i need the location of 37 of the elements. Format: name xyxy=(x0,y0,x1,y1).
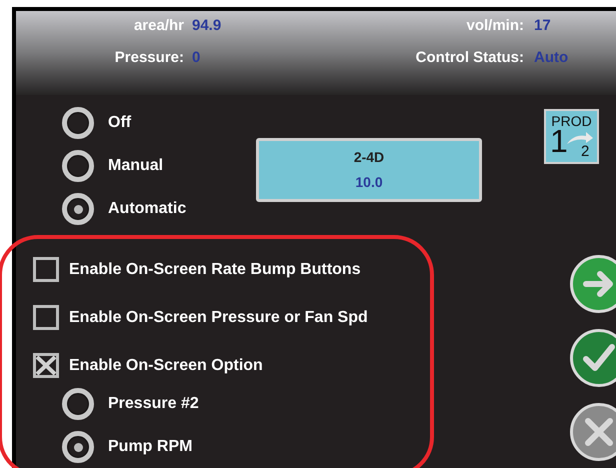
product-display[interactable]: 2-4D 10.0 xyxy=(256,138,482,202)
option-label: Enable On-Screen Pressure or Fan Spd xyxy=(69,308,368,328)
radio-button[interactable] xyxy=(62,388,94,420)
prod-to-number: 2 xyxy=(581,144,590,160)
option-label: Manual xyxy=(108,156,164,176)
stat-label: Pressure: xyxy=(114,48,184,68)
accept-button[interactable] xyxy=(570,329,616,387)
stat-value: Auto xyxy=(534,48,568,68)
product-rate: 10.0 xyxy=(355,173,383,192)
option-label: Automatic xyxy=(108,199,186,219)
stat-value: 0 xyxy=(192,48,200,68)
next-button[interactable] xyxy=(570,255,616,313)
stat-value: 17 xyxy=(534,16,551,36)
radio-button[interactable] xyxy=(62,193,94,225)
prod-label: PROD xyxy=(551,113,592,129)
stat-label: Control Status: xyxy=(414,48,524,68)
stat-label: vol/min: xyxy=(465,16,524,36)
arrow-right-icon xyxy=(583,270,615,298)
radio-button[interactable] xyxy=(62,431,94,463)
option-label: Enable On-Screen Rate Bump Buttons xyxy=(69,260,361,280)
checkmark-icon xyxy=(582,343,616,373)
cancel-button[interactable] xyxy=(570,403,616,461)
radio-button[interactable] xyxy=(62,107,94,139)
checkbox[interactable] xyxy=(33,257,59,282)
option-label: Pressure #2 xyxy=(108,394,199,414)
stat-value: 94.9 xyxy=(192,16,222,36)
curved-arrow-icon xyxy=(566,131,594,145)
checkbox[interactable] xyxy=(33,353,59,378)
option-label: Enable On-Screen Option xyxy=(69,356,263,376)
radio-button[interactable] xyxy=(62,150,94,182)
product-name: 2-4D xyxy=(354,148,384,167)
checkbox[interactable] xyxy=(33,305,59,330)
close-icon xyxy=(584,417,614,447)
option-label: Off xyxy=(108,113,132,133)
stat-label: area/hr xyxy=(132,16,184,36)
option-label: Pump RPM xyxy=(108,437,192,457)
product-switch-button[interactable]: PROD 1 2 xyxy=(544,109,599,164)
